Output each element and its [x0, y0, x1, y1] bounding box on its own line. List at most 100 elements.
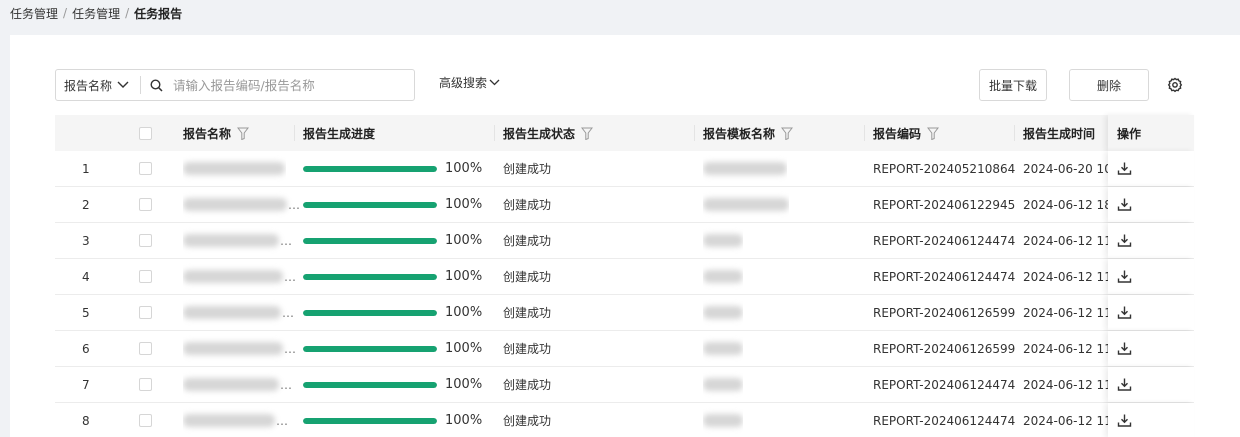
- table-header: 报告名称 报告生成进度 报告生成状态 报告模板名称 报告编码 报告生成时间 操作: [55, 115, 1194, 151]
- filter-icon[interactable]: [237, 127, 250, 140]
- breadcrumb-item-task-management-sub[interactable]: 任务管理: [72, 5, 120, 22]
- generated-time: 2024-06-12 11:5: [1023, 269, 1108, 284]
- gear-icon[interactable]: [1167, 77, 1183, 93]
- download-icon[interactable]: [1117, 161, 1132, 176]
- progress-bar: [303, 237, 437, 244]
- filter-icon[interactable]: [581, 127, 594, 140]
- report-code: REPORT-202406126599: [873, 341, 1016, 356]
- progress-cell: 100%: [303, 295, 482, 330]
- header-report-code-label: 报告编码: [873, 126, 922, 141]
- advanced-search-label: 高级搜索: [439, 76, 488, 90]
- row-checkbox[interactable]: [139, 162, 152, 175]
- row-index: 7: [82, 377, 90, 392]
- status-text: 创建成功: [503, 306, 552, 320]
- progress-bar-fill: [303, 345, 437, 352]
- template-name-cell: [703, 223, 743, 258]
- progress-percent: 100%: [445, 233, 483, 248]
- report-name-ellipsis: …: [276, 413, 288, 428]
- download-icon[interactable]: [1117, 413, 1132, 428]
- template-name-redacted: [703, 378, 743, 391]
- progress-bar: [303, 381, 437, 388]
- download-icon[interactable]: [1117, 233, 1132, 248]
- search-field-select-label: 报告名称: [64, 78, 113, 93]
- status-text: 创建成功: [503, 234, 552, 248]
- report-code: REPORT-202406122945: [873, 197, 1016, 212]
- report-name-cell[interactable]: …: [183, 331, 296, 366]
- report-name-redacted: [183, 198, 287, 211]
- progress-bar-fill: [303, 273, 437, 280]
- row-checkbox[interactable]: [139, 342, 152, 355]
- report-name-cell[interactable]: …: [183, 403, 288, 437]
- report-name-cell[interactable]: …: [183, 367, 292, 402]
- row-checkbox[interactable]: [139, 234, 152, 247]
- row-checkbox[interactable]: [139, 270, 152, 283]
- report-code: REPORT-202406126599: [873, 305, 1016, 320]
- report-table: 报告名称 报告生成进度 报告生成状态 报告模板名称 报告编码 报告生成时间 操作…: [55, 115, 1194, 437]
- table-row: 2 … 100% 创建成功 REPORT-202406122945 2024-06-12 …: [55, 187, 1194, 223]
- search-group: 报告名称: [55, 69, 415, 101]
- report-name-cell[interactable]: …: [183, 259, 296, 294]
- report-code: REPORT-202406124474: [873, 269, 1016, 284]
- download-icon[interactable]: [1117, 377, 1132, 392]
- advanced-search-toggle[interactable]: 高级搜索: [439, 74, 500, 91]
- filter-icon[interactable]: [927, 127, 940, 140]
- report-name-ellipsis: …: [282, 305, 294, 320]
- download-icon[interactable]: [1117, 305, 1132, 320]
- row-checkbox[interactable]: [139, 306, 152, 319]
- table-row: 4 … 100% 创建成功 REPORT-202406124474 2024-06-12 …: [55, 259, 1194, 295]
- chevron-down-icon: [489, 79, 500, 86]
- breadcrumb-separator: /: [125, 6, 130, 20]
- progress-cell: 100%: [303, 223, 482, 258]
- report-name-ellipsis: …: [284, 269, 296, 284]
- header-report-code: 报告编码: [873, 115, 940, 151]
- batch-download-button[interactable]: 批量下载: [979, 69, 1047, 101]
- header-status-label: 报告生成状态: [503, 126, 576, 141]
- report-name-cell[interactable]: …: [183, 223, 292, 258]
- header-report-name: 报告名称: [183, 115, 250, 151]
- breadcrumb: 任务管理 / 任务管理 / 任务报告: [10, 5, 182, 21]
- breadcrumb-separator: /: [63, 6, 68, 20]
- report-name-cell[interactable]: [183, 151, 286, 186]
- template-name-redacted: [703, 198, 789, 211]
- download-icon[interactable]: [1117, 197, 1132, 212]
- row-index: 4: [82, 269, 90, 284]
- chevron-down-icon: [117, 81, 129, 89]
- template-name-redacted: [703, 234, 743, 247]
- column-divider: [694, 125, 695, 141]
- select-all-checkbox[interactable]: [139, 126, 152, 140]
- generated-time: 2024-06-20 10:1: [1023, 161, 1108, 176]
- progress-cell: 100%: [303, 403, 482, 437]
- report-name-cell[interactable]: …: [183, 295, 294, 330]
- row-checkbox[interactable]: [139, 198, 152, 211]
- table-row: 7 … 100% 创建成功 REPORT-202406124474 2024-06-12 …: [55, 367, 1194, 403]
- template-name-redacted: [703, 162, 787, 175]
- search-input[interactable]: [173, 72, 393, 98]
- download-icon[interactable]: [1117, 341, 1132, 356]
- delete-button[interactable]: 删除: [1069, 69, 1149, 101]
- progress-percent: 100%: [445, 197, 483, 212]
- progress-bar-fill: [303, 381, 437, 388]
- column-divider: [1014, 125, 1015, 141]
- breadcrumb-item-task-management[interactable]: 任务管理: [10, 5, 58, 22]
- report-name-cell[interactable]: …: [183, 187, 300, 222]
- row-index: 5: [82, 305, 90, 320]
- progress-cell: 100%: [303, 367, 482, 402]
- template-name-cell: [703, 367, 743, 402]
- template-name-redacted: [703, 270, 743, 283]
- progress-percent: 100%: [445, 161, 483, 176]
- search-field-select[interactable]: 报告名称: [56, 70, 140, 100]
- report-code: REPORT-202406124474: [873, 413, 1016, 428]
- content-panel: 报告名称 高级搜索 批量下载 删除: [10, 35, 1240, 437]
- report-name-redacted: [183, 306, 281, 319]
- filter-icon[interactable]: [781, 127, 794, 140]
- row-checkbox[interactable]: [139, 378, 152, 391]
- progress-bar: [303, 165, 437, 172]
- progress-bar-fill: [303, 201, 437, 208]
- status-text: 创建成功: [503, 198, 552, 212]
- report-name-redacted: [183, 414, 275, 427]
- download-icon[interactable]: [1117, 269, 1132, 284]
- progress-bar: [303, 273, 437, 280]
- generated-time: 2024-06-12 11:3: [1023, 377, 1108, 392]
- template-name-cell: [703, 151, 787, 186]
- row-checkbox[interactable]: [139, 414, 152, 427]
